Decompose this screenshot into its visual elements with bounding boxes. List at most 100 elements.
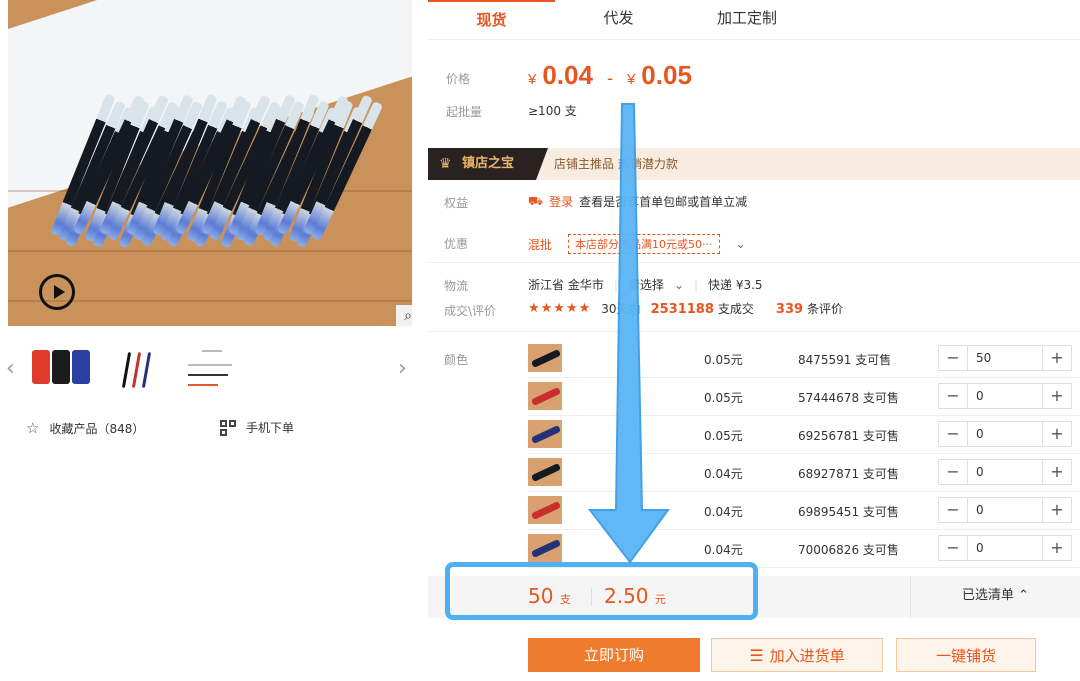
add-to-cart-button[interactable]: ☰ 加入进货单: [711, 638, 883, 672]
clipboard-icon: ☰: [749, 646, 764, 665]
variant-stock: 70006826 支可售: [798, 543, 899, 557]
tab-dropship[interactable]: 代发: [555, 0, 682, 38]
variant-swatch-refill: [530, 424, 562, 445]
store-treasure-banner: 镇店之宝 ♛ 店铺主推品 热销潜力款: [428, 148, 1080, 180]
variant-swatch-image[interactable]: [528, 344, 562, 372]
logistics-label: 物流: [444, 279, 469, 293]
coupon-tag[interactable]: 本店部分商品满10元或50···: [568, 234, 720, 254]
increase-button[interactable]: +: [1043, 498, 1071, 522]
thumbnail-cup: [32, 350, 50, 384]
price-max: 0.05: [641, 60, 692, 90]
increase-button[interactable]: +: [1043, 346, 1071, 370]
thumbnail-refill: [131, 352, 142, 388]
rating-row: ★★★★★ 30天内 2531188 支成交 339 条评价: [528, 300, 843, 317]
star-rating: ★★★★★: [528, 301, 592, 316]
decrease-button[interactable]: −: [939, 346, 967, 370]
thumbnail-refill: [121, 352, 132, 388]
quantity-stepper: −0 +: [938, 459, 1072, 485]
decrease-button[interactable]: −: [939, 498, 967, 522]
chevron-down-icon[interactable]: ⌄: [674, 278, 684, 292]
quantity-input[interactable]: 0: [967, 498, 1043, 522]
qr-code-icon: [220, 419, 236, 436]
annotation-highlight-box: [445, 562, 758, 620]
quantity-input[interactable]: 50: [967, 346, 1043, 370]
benefit-text: 查看是否享首单包邮或首单立减: [579, 195, 748, 209]
decrease-button[interactable]: −: [939, 460, 967, 484]
tab-in-stock[interactable]: 现货: [428, 0, 555, 38]
increase-button[interactable]: +: [1043, 536, 1071, 560]
thumbnail-line: [188, 374, 228, 376]
variant-stock: 57444678 支可售: [798, 391, 899, 405]
thumbnail-prev-arrow[interactable]: ‹: [6, 356, 15, 381]
truck-icon: ⛟: [528, 193, 544, 208]
thumbnail-line: [188, 384, 218, 386]
decrease-button[interactable]: −: [939, 384, 967, 408]
thumbnail-3[interactable]: [178, 342, 242, 394]
thumbnail-1[interactable]: [28, 342, 92, 394]
mobile-order-button[interactable]: 手机下单: [220, 419, 294, 436]
variant-swatch-image[interactable]: [528, 534, 562, 562]
quantity-input[interactable]: 0: [967, 384, 1043, 408]
variant-swatch-image[interactable]: [528, 382, 562, 410]
purchase-mode-tabs: 现货 代发 加工定制: [428, 0, 1080, 40]
one-click-distribute-button[interactable]: 一键铺货: [896, 638, 1036, 672]
thumbnail-refill: [141, 352, 152, 388]
variant-price: 0.05元: [704, 429, 743, 443]
variant-stock: 69895451 支可售: [798, 505, 899, 519]
variant-price: 0.04元: [704, 543, 743, 557]
tab-custom-processing[interactable]: 加工定制: [682, 0, 812, 38]
decrease-button[interactable]: −: [939, 422, 967, 446]
thumbnail-5[interactable]: [330, 342, 392, 394]
buy-now-button[interactable]: 立即订购: [528, 638, 700, 672]
logistics-row: 浙江省 金华市 | 请选择 ⌄ | 快递 ¥3.5: [528, 276, 763, 293]
variant-stock: 69256781 支可售: [798, 429, 899, 443]
moq-label: 起批量: [446, 105, 483, 119]
variant-swatch-refill: [530, 500, 562, 521]
increase-button[interactable]: +: [1043, 422, 1071, 446]
quantity-stepper: −0 +: [938, 421, 1072, 447]
login-link[interactable]: 登录: [549, 193, 573, 210]
thumbnail-2[interactable]: [105, 342, 169, 394]
quantity-input[interactable]: 0: [967, 422, 1043, 446]
discount-row: 混批 本店部分商品满10元或50··· ⌄: [528, 234, 746, 254]
divider: [428, 331, 1080, 332]
play-video-button[interactable]: [39, 274, 75, 310]
zoom-icon[interactable]: ⌕: [396, 305, 412, 326]
shipping-fee: 快递 ¥3.5: [708, 278, 763, 292]
variant-price: 0.05元: [704, 391, 743, 405]
thumbnail-next-arrow[interactable]: ›: [398, 356, 407, 381]
quantity-input[interactable]: 0: [967, 536, 1043, 560]
variant-swatch-image[interactable]: [528, 458, 562, 486]
chevron-down-icon[interactable]: ⌄: [736, 237, 746, 251]
main-product-image[interactable]: ⌕: [8, 0, 412, 326]
separator: |: [693, 277, 698, 292]
currency-symbol: ¥: [528, 71, 537, 88]
price-range: ¥ 0.04 - ¥ 0.05: [528, 60, 692, 91]
variant-row: 0.05元 8475591 支可售 −50 +: [528, 340, 1080, 378]
decrease-button[interactable]: −: [939, 536, 967, 560]
increase-button[interactable]: +: [1043, 384, 1071, 408]
quantity-stepper: −50 +: [938, 345, 1072, 371]
variant-swatch-image[interactable]: [528, 496, 562, 524]
variant-price: 0.04元: [704, 467, 743, 481]
quantity-input[interactable]: 0: [967, 460, 1043, 484]
reviews-count[interactable]: 339: [776, 302, 803, 317]
deals-count: 2531188: [650, 302, 714, 317]
mixed-batch-tag: 混批: [528, 237, 553, 252]
favorite-label: 收藏产品（848）: [49, 421, 145, 436]
selected-list-toggle[interactable]: 已选清单 ⌃: [910, 576, 1080, 618]
variant-swatch-image[interactable]: [528, 420, 562, 448]
pen-refills-photo: [50, 80, 383, 280]
thumbnail-line: [253, 342, 295, 350]
variant-price: 0.04元: [704, 505, 743, 519]
thumbnail-4[interactable]: [252, 342, 316, 394]
quantity-stepper: −0 +: [938, 497, 1072, 523]
favorite-product-button[interactable]: ☆ 收藏产品（848）: [26, 419, 144, 437]
logistics-destination-select[interactable]: 请选择: [628, 276, 664, 293]
color-label: 颜色: [444, 353, 469, 367]
thumbnail-line: [188, 364, 232, 366]
divider: [428, 262, 1080, 263]
banner-subtitle: 店铺主推品 热销潜力款: [554, 157, 678, 171]
increase-button[interactable]: +: [1043, 460, 1071, 484]
variant-swatch-refill: [530, 386, 562, 407]
